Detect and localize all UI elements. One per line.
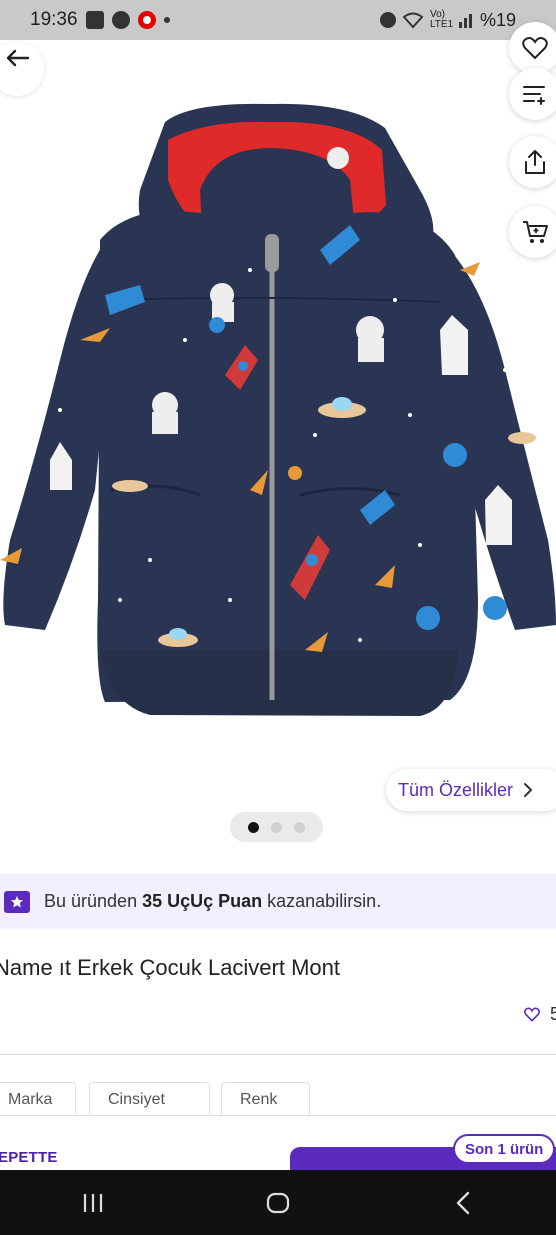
battery-percent: %19 xyxy=(479,9,516,30)
stock-badge: Son 1 ürün xyxy=(453,1134,556,1164)
heart-outline-icon xyxy=(522,37,548,60)
status-time: 19:36 xyxy=(30,9,78,30)
points-banner: Bu üründen 35 UçUç Puan kazanabilirsin. xyxy=(0,874,556,929)
product-photo xyxy=(0,103,556,716)
gallery-notification-icon xyxy=(85,11,104,29)
cart-button[interactable] xyxy=(509,206,556,258)
product-detail-screen: 19:36 Vo) LTE1 %19 Tüm Özellikler Bu ürü… xyxy=(0,0,556,1235)
home-icon xyxy=(266,1192,290,1213)
status-bar-left: 19:36 xyxy=(0,9,170,31)
share-icon xyxy=(525,150,545,174)
sepette-label: EPETTE xyxy=(0,1149,58,1166)
all-features-label: Tüm Özellikler xyxy=(398,779,514,800)
recent-apps-icon xyxy=(83,1193,102,1212)
signal-icon xyxy=(458,14,472,28)
pagination-dot-3[interactable] xyxy=(294,821,305,833)
points-amount: 35 UçUç Puan xyxy=(142,891,263,911)
all-features-button[interactable]: Tüm Özellikler xyxy=(386,769,556,811)
system-back-button[interactable] xyxy=(433,1178,493,1228)
tab-label: Marka xyxy=(8,1090,53,1108)
tabs-divider xyxy=(0,1115,556,1116)
wifi-icon xyxy=(402,12,424,29)
points-prefix: Bu üründen xyxy=(44,891,143,911)
favorite-button[interactable] xyxy=(509,22,556,74)
vodafone-notification-icon xyxy=(137,11,156,29)
arrow-left-icon xyxy=(6,49,30,67)
tab-renk[interactable]: Renk xyxy=(221,1082,310,1116)
status-bar: 19:36 Vo) LTE1 %19 xyxy=(0,0,556,40)
network-type: Vo) LTE1 xyxy=(429,9,454,30)
filter-button[interactable] xyxy=(509,68,556,120)
section-divider xyxy=(0,1054,556,1055)
status-bar-right: Vo) LTE1 %19 xyxy=(379,0,516,40)
chevron-right-icon xyxy=(524,783,533,797)
chevron-left-icon xyxy=(457,1191,470,1214)
more-notifications-icon xyxy=(163,17,170,23)
favorite-count: 5 xyxy=(549,1004,556,1024)
product-title: Name ıt Erkek Çocuk Lacivert Mont xyxy=(0,955,341,980)
attribute-tabs: Marka Cinsiyet Renk xyxy=(0,1082,556,1116)
gallery-pagination xyxy=(230,812,323,842)
pinterest-notification-icon xyxy=(111,11,130,29)
favorite-count-row[interactable]: 5 xyxy=(523,1004,556,1025)
cart-icon xyxy=(523,221,548,243)
share-button[interactable] xyxy=(509,136,556,188)
pagination-dot-2[interactable] xyxy=(271,821,282,833)
star-badge-icon xyxy=(4,890,30,913)
pagination-dot-1[interactable] xyxy=(248,821,259,833)
tab-label: Renk xyxy=(240,1090,278,1108)
recent-apps-button[interactable] xyxy=(63,1178,123,1228)
product-image-gallery[interactable] xyxy=(0,22,556,810)
tab-label: Cinsiyet xyxy=(108,1090,165,1108)
points-text: Bu üründen 35 UçUç Puan kazanabilirsin. xyxy=(44,891,381,912)
system-navigation-bar xyxy=(0,1170,556,1235)
heart-outline-icon xyxy=(523,1007,540,1022)
alarm-icon xyxy=(379,12,396,28)
home-button[interactable] xyxy=(248,1178,308,1228)
tab-cinsiyet[interactable]: Cinsiyet xyxy=(89,1082,210,1116)
filter-list-icon xyxy=(523,86,545,105)
points-suffix: kazanabilirsin. xyxy=(262,891,382,911)
tab-marka[interactable]: Marka xyxy=(0,1082,76,1116)
